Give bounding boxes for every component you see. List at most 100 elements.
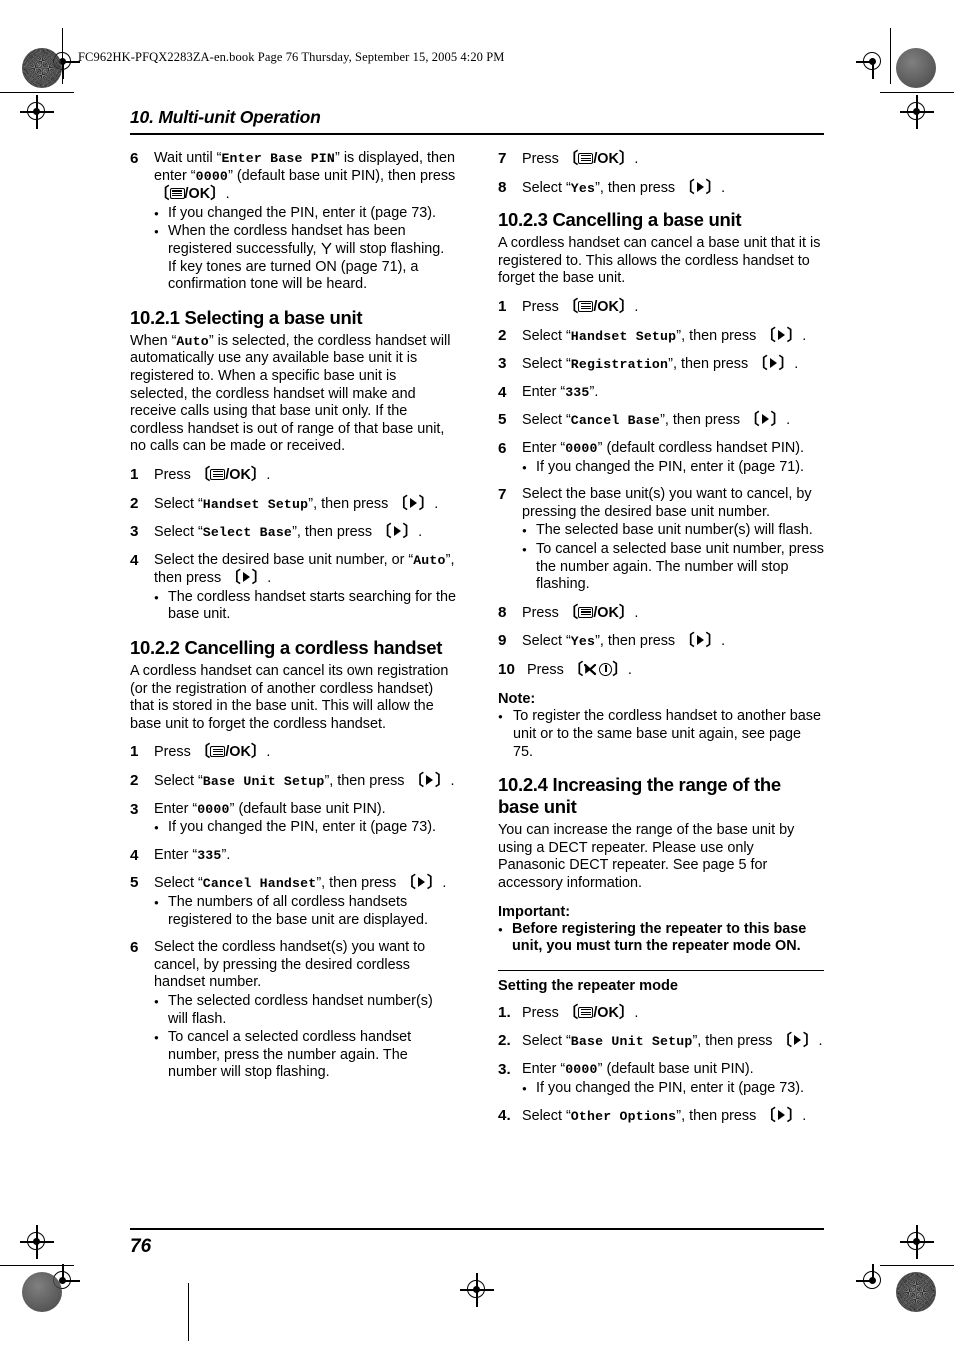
step-item: 4 Enter “335”. [498, 384, 824, 402]
right-arrow-icon [777, 1110, 785, 1121]
step-body: Enter “0000” (default base unit PIN). If… [522, 1061, 824, 1097]
step-text: Wait until “ [154, 150, 222, 166]
step-number: 2 [498, 326, 507, 344]
step-text: Select “ [522, 633, 571, 650]
step-body: Press 〔/OK〕. [154, 743, 456, 762]
step-text: Select “ [522, 356, 571, 373]
list-item: If you changed the PIN, enter it (page 7… [522, 459, 824, 477]
step-text: Press [522, 604, 563, 621]
step-body: Select the base unit(s) you want to canc… [522, 486, 824, 594]
key-right-arrow: 〔〕 [752, 355, 795, 373]
key-menu-ok: 〔/OK〕 [154, 185, 226, 203]
bullet-list: The selected cordless handset number(s) … [154, 993, 456, 1082]
step-item: 1 Press 〔/OK〕. [130, 466, 456, 485]
step-item: 6 Enter “0000” (default cordless handset… [498, 440, 824, 476]
bullet-list: The numbers of all cordless handsets reg… [154, 894, 456, 929]
key-right-arrow: 〔〕 [744, 411, 787, 429]
step-item: 3 Select “Registration”, then press 〔〕. [498, 355, 824, 374]
key-right-arrow: 〔〕 [408, 772, 451, 790]
step-text: ”, then press [676, 327, 761, 344]
step-number: 9 [498, 632, 507, 650]
step-body: Select “Handset Setup”, then press 〔〕. [154, 495, 456, 514]
section-heading-1021: 10.2.1 Selecting a base unit [130, 306, 363, 328]
intro-text: When “ [130, 332, 177, 349]
step-text: ”, then press [292, 524, 377, 541]
step-number: 7 [498, 486, 507, 504]
step-number: 8 [498, 178, 507, 196]
step-text: . [634, 298, 639, 315]
step-number: 4. [498, 1107, 511, 1125]
step-text: Select “ [154, 524, 203, 541]
step-text: . [627, 661, 632, 678]
lcd-string: Base Unit Setup [202, 774, 325, 790]
step-item: 10 Press 〔〕. [498, 661, 824, 680]
right-arrow-icon [393, 526, 401, 537]
key-menu-ok: 〔/OK〕 [194, 743, 267, 761]
step-text: . [418, 524, 423, 541]
step-text: . [267, 570, 272, 587]
step-text: Press [522, 151, 563, 167]
lcd-string: Cancel Base [570, 413, 661, 429]
step-item: 2 Select “Handset Setup”, then press 〔〕. [498, 327, 824, 346]
step-item: 1. Press 〔/OK〕. [498, 1004, 824, 1023]
antenna-icon [320, 242, 332, 254]
step-number: 6 [130, 939, 139, 957]
step-text: ”, then press [316, 875, 401, 892]
step-text: Press [154, 744, 195, 761]
step-text: . [266, 744, 271, 761]
list-item: To register the cordless handset to anot… [498, 708, 824, 761]
right-arrow-icon [769, 358, 777, 369]
step-text: Press [522, 298, 563, 315]
list-item: Before registering the repeater to this … [498, 921, 824, 956]
menu-icon [578, 1006, 594, 1018]
key-menu-ok: 〔/OK〕 [194, 465, 267, 483]
step-body: Enter “335”. [154, 847, 456, 865]
step-number: 3 [498, 355, 507, 373]
section-intro-1022: A cordless handset can cancel its own re… [130, 663, 449, 732]
step-number: 4 [498, 383, 507, 401]
step-body: Press 〔〕. [527, 661, 824, 680]
step-text: . [225, 186, 230, 203]
step-item: 5 Select “Cancel Handset”, then press 〔〕… [130, 874, 456, 929]
bullet-list: If you changed the PIN, enter it (page 7… [522, 459, 824, 477]
step-text: . [721, 633, 726, 650]
step-text: ”, then press [308, 495, 393, 512]
list-item: To cancel a selected cordless handset nu… [154, 1029, 456, 1082]
step-body: Select “Base Unit Setup”, then press 〔〕. [154, 772, 456, 791]
step-number: 2. [498, 1032, 511, 1050]
right-arrow-icon [794, 1035, 802, 1046]
step-text: Enter “ [522, 383, 566, 400]
step-item: 6 Wait until “Enter Base PIN” is display… [130, 150, 456, 294]
section-heading-1022: 10.2.2 Cancelling a cordless handset [130, 637, 443, 659]
step-item: 4 Select the desired base unit number, o… [130, 552, 456, 624]
step-text: . [794, 356, 799, 373]
lcd-string: Yes [570, 634, 596, 650]
step-text: Select the base unit(s) you want to canc… [522, 486, 812, 520]
step-number: 3. [498, 1061, 511, 1078]
right-arrow-icon [409, 497, 417, 508]
right-arrow-icon [777, 329, 785, 340]
lcd-string: 335 [197, 847, 222, 863]
list-item: When the cordless handset has been regis… [154, 223, 456, 293]
key-right-arrow: 〔〕 [679, 178, 722, 196]
manual-page: FC962HK-PFQX2283ZA-en.book Page 76 Thurs… [0, 0, 954, 1351]
lcd-string: Handset Setup [202, 496, 309, 512]
step-number: 3 [130, 523, 139, 541]
step-item: 2 Select “Handset Setup”, then press 〔〕. [130, 495, 456, 514]
step-text: ”, then press [324, 773, 409, 790]
step-text: Enter “ [154, 800, 198, 817]
step-number: 1 [130, 743, 139, 761]
step-number: 7 [498, 150, 507, 167]
key-right-arrow: 〔〕 [392, 494, 435, 512]
step-body: Press 〔/OK〕. [522, 150, 824, 169]
step-body: Wait until “Enter Base PIN” is displayed… [154, 150, 456, 294]
step-text: Press [522, 1004, 563, 1021]
lcd-string: Auto [176, 333, 209, 349]
step-text: . [802, 1108, 807, 1125]
list-item: The numbers of all cordless handsets reg… [154, 894, 456, 929]
step-text: . [266, 466, 271, 483]
step-body: Select “Yes”, then press 〔〕. [522, 179, 824, 198]
lcd-string: 0000 [565, 440, 598, 456]
step-text: Select “ [522, 1033, 571, 1050]
lcd-string: Select Base [202, 525, 293, 541]
